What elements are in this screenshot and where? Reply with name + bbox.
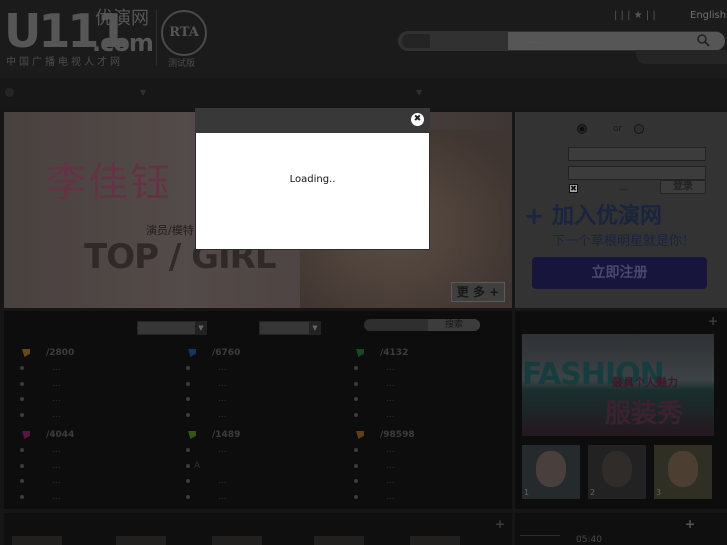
modal-overlay[interactable]: [0, 0, 727, 545]
close-icon[interactable]: ✖: [411, 113, 424, 126]
loading-text: Loading..: [289, 174, 336, 185]
dialog-header: [195, 108, 430, 133]
